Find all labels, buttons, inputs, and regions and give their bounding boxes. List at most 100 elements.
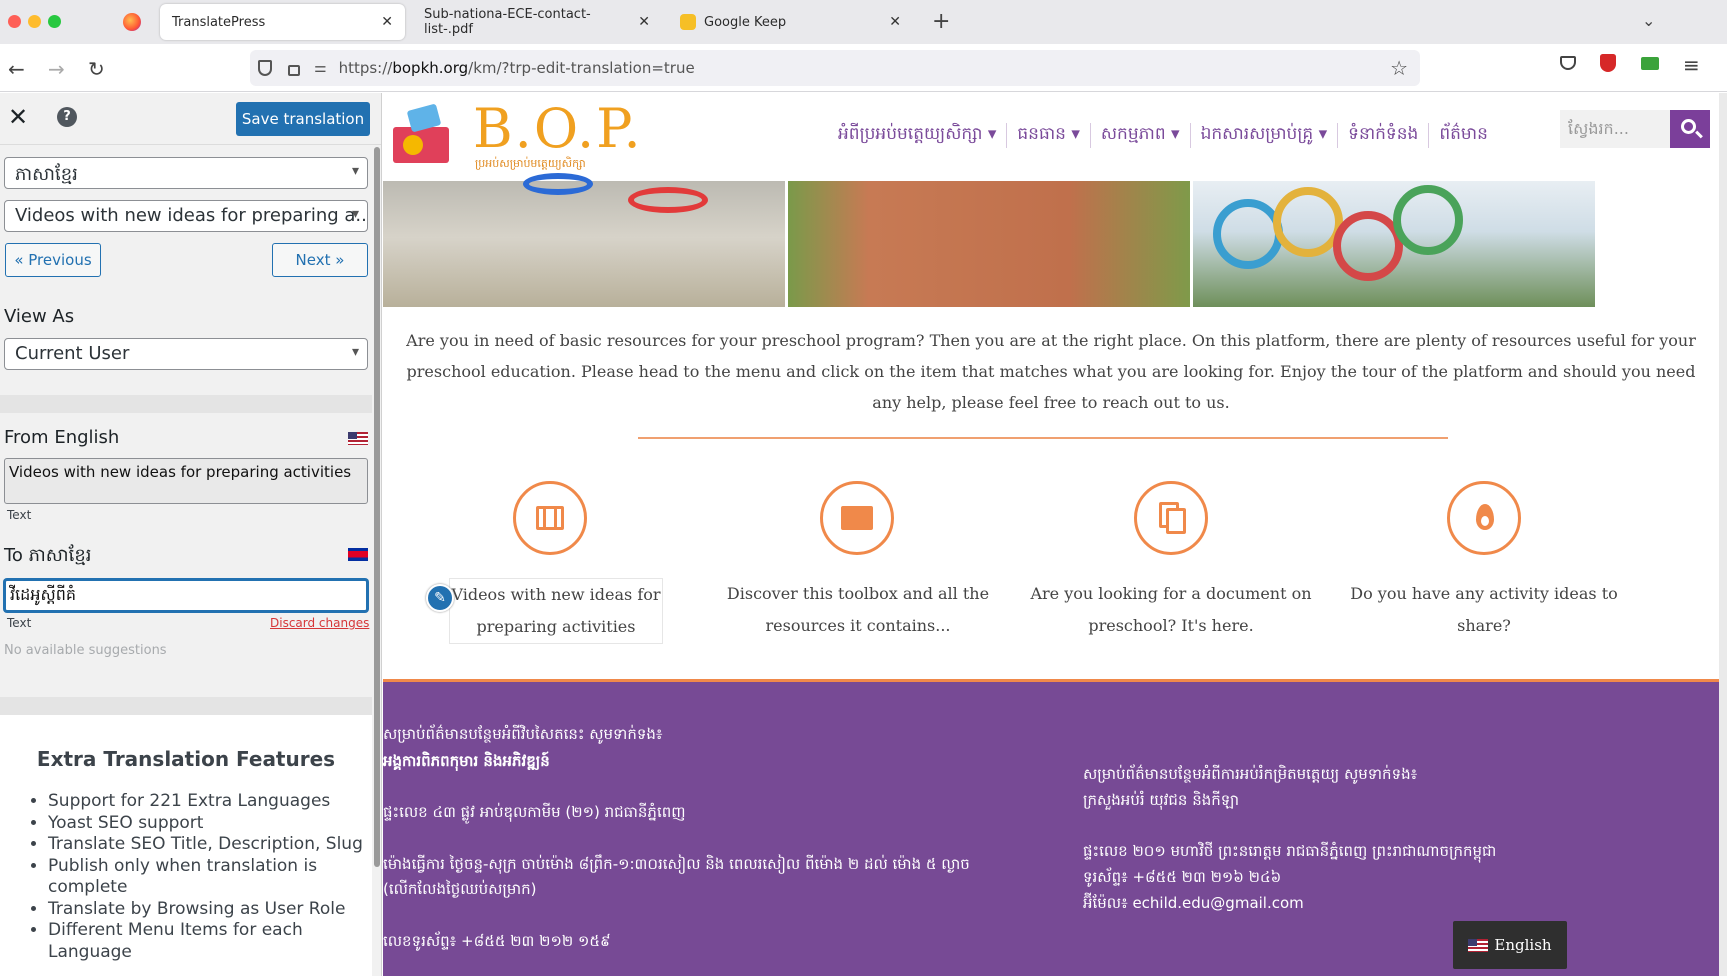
feature-item: Translate by Browsing as User Role [48, 899, 368, 921]
flame-icon[interactable] [1447, 481, 1521, 555]
app-menu-icon[interactable]: ≡ [1683, 53, 1700, 77]
box-icon[interactable] [820, 481, 894, 555]
panel-header: ✕ ? Save translation [0, 93, 381, 145]
us-flag-icon [1468, 938, 1489, 952]
feature-item: Translate SEO Title, Description, Slug [48, 834, 368, 856]
back-icon[interactable]: ← [8, 57, 25, 81]
feature-text-document[interactable]: Are you looking for a document on presch… [1021, 578, 1321, 642]
window-right-edge [1719, 93, 1727, 976]
panel-scrollbar[interactable] [374, 147, 380, 867]
ublock-shield-icon[interactable] [1600, 54, 1616, 72]
feature-text-videos[interactable]: Videos with new ideas for preparing acti… [449, 578, 663, 644]
feature-item: Support for 221 Extra Languages [48, 791, 368, 813]
pocket-icon[interactable] [1560, 56, 1576, 70]
footer-right-line: សម្រាប់ព័ត៌មានបន្ថែមអំពីការអប់រំកម្រិតមត… [1083, 765, 1418, 783]
extra-features-list: Support for 221 Extra Languages Yoast SE… [48, 791, 368, 963]
tab-title: TranslatePress [172, 14, 266, 30]
section-separator [0, 395, 372, 413]
permissions-icon[interactable]: ⚌ [314, 60, 327, 76]
close-tab-icon[interactable]: ✕ [381, 14, 393, 30]
menu-item-contact[interactable]: ទំនាក់ទំនង [1338, 123, 1430, 148]
language-switcher[interactable]: English [1453, 921, 1567, 969]
firefox-view-icon[interactable] [123, 13, 141, 31]
menu-item-about[interactable]: អំពីប្រអប់មត្តេយ្យសិក្សា ▾ [828, 123, 1008, 148]
original-text-field: Videos with new ideas for preparing acti… [4, 458, 368, 504]
bookmark-star-icon[interactable]: ☆ [1390, 56, 1408, 80]
hero-photo-strip [383, 173, 1719, 307]
address-bar[interactable]: ⚌ https://bopkh.org/km/?trp-edit-transla… [250, 50, 1420, 86]
extension-icon[interactable] [1641, 57, 1659, 70]
tab-translatepress[interactable]: TranslatePress ✕ [160, 4, 405, 40]
edit-pencil-icon[interactable]: ✎ [426, 584, 454, 612]
menu-item-resources[interactable]: ធនធាន ▾ [1007, 123, 1091, 148]
close-tab-icon[interactable]: ✕ [638, 14, 650, 30]
playground-photo-3 [1193, 181, 1595, 307]
url-domain: bopkh.org [392, 59, 469, 77]
close-editor-icon[interactable]: ✕ [8, 103, 28, 131]
feature-item: Yoast SEO support [48, 813, 368, 835]
view-as-select[interactable]: Current User [4, 338, 368, 370]
footer-left-line: (លើកលែងថ្ងៃឈប់សម្រាក) [383, 880, 537, 898]
footer-right-line: អ៊ីម៉ែល៖ echild.edu@gmail.com [1083, 894, 1304, 912]
view-as-label: View As [4, 306, 75, 327]
footer-right-line: ទូរស័ព្ទ៖ +៨៥៥ ២៣ ២១៦ ២៤៦ [1083, 868, 1282, 886]
main-menu: អំពីប្រអប់មត្តេយ្យសិក្សា ▾ ធនធាន ▾ សកម្ម… [828, 123, 1498, 148]
lock-icon[interactable] [288, 64, 300, 76]
document-icon[interactable] [1134, 481, 1208, 555]
playground-photo-2 [788, 181, 1190, 307]
tab-google-keep[interactable]: Google Keep ✕ [668, 4, 913, 40]
site-search-button[interactable] [1670, 110, 1710, 148]
translation-editor-panel: ✕ ? Save translation ភាសាខ្មែរ Videos wi… [0, 93, 382, 976]
playground-photo-1 [383, 173, 785, 307]
previous-button[interactable]: « Previous [5, 243, 101, 277]
close-window-button[interactable] [8, 15, 21, 28]
reload-icon[interactable]: ↻ [88, 57, 105, 81]
film-icon[interactable] [513, 481, 587, 555]
tracking-protection-shield-icon[interactable] [258, 60, 272, 76]
maximize-window-button[interactable] [48, 15, 61, 28]
navigation-toolbar: ← → ↻ ⚌ https://bopkh.org/km/?trp-edit-t… [0, 44, 1727, 92]
menu-item-news[interactable]: ព័ត៌មាន [1429, 123, 1498, 148]
tab-title: Sub-nationa-ECE-contact-list-.pdf [424, 7, 591, 37]
tab-pdf[interactable]: Sub-nationa-ECE-contact-list-.pdf ✕ [412, 4, 662, 40]
us-flag-icon [348, 432, 368, 445]
discard-changes-link[interactable]: Discard changes [270, 616, 369, 630]
tab-title: Google Keep [704, 14, 787, 30]
menu-item-teacher-documents[interactable]: ឯកសារសម្រាប់គ្រូ ▾ [1191, 123, 1339, 148]
search-icon-handle [1695, 130, 1703, 139]
translation-text-field[interactable]: វីដេអូស្តីពីគំ [4, 579, 368, 612]
to-language-label: To ភាសាខ្មែរ [4, 545, 92, 566]
section-divider [638, 437, 1448, 439]
section-separator [0, 697, 372, 715]
save-translation-button[interactable]: Save translation [236, 102, 370, 136]
forward-icon[interactable]: → [48, 57, 65, 81]
previous-label: « Previous [14, 251, 92, 269]
feature-text-toolbox[interactable]: Discover this toolbox and all the resour… [708, 578, 1008, 642]
list-all-tabs-icon[interactable]: ⌄ [1642, 11, 1655, 30]
footer-left-line: ម៉ោងធ្វើការ ថ្ងៃចន្ទ-សុក្រ ចាប់ម៉ោង ៨ព្រ… [383, 855, 970, 873]
google-keep-icon [680, 14, 696, 30]
new-tab-icon[interactable]: + [932, 9, 950, 34]
footer-left-line: លេខទូរស័ព្ទ៖ +៨៥៥ ២៣ ២១២ ១៥៩ [383, 932, 611, 950]
footer-right-line: ក្រសួងអប់រំ យុវជន និងកីឡា [1083, 791, 1240, 809]
url-path: /km/?trp-edit-translation=true [468, 59, 695, 77]
suggestions-text: No available suggestions [4, 643, 167, 658]
site-search-input[interactable]: ស្វែងរក... [1560, 110, 1670, 148]
feature-text-ideas[interactable]: Do you have any activity ideas to share? [1334, 578, 1634, 642]
help-icon[interactable]: ? [57, 107, 77, 127]
url-prefix: https:// [338, 59, 393, 77]
footer-left-line: សម្រាប់ព័ត៌មានបន្ថែមអំពីវិបសៃតនេះ សូមទាក… [383, 725, 663, 743]
intro-paragraph: Are you in need of basic resources for y… [406, 331, 1696, 412]
bop-logo-icon[interactable] [389, 103, 453, 165]
close-tab-icon[interactable]: ✕ [889, 14, 901, 30]
menu-item-activities[interactable]: សកម្មភាព ▾ [1091, 123, 1191, 148]
language-switcher-label: English [1494, 936, 1552, 954]
language-select[interactable]: ភាសាខ្មែរ [4, 157, 368, 189]
site-logo-text[interactable]: B.O.P. [473, 97, 643, 160]
next-button[interactable]: Next » [272, 243, 368, 277]
minimize-window-button[interactable] [28, 15, 41, 28]
feature-item: Different Menu Items for each Language [48, 920, 368, 963]
website-preview: B.O.P. ប្រអប់សម្រាប់មត្តេយ្យសិក្សា អំពីប… [383, 93, 1719, 976]
site-logo-subtitle: ប្រអប់សម្រាប់មត្តេយ្យសិក្សា [475, 157, 586, 170]
string-select[interactable]: Videos with new ideas for preparing a... [4, 200, 368, 232]
